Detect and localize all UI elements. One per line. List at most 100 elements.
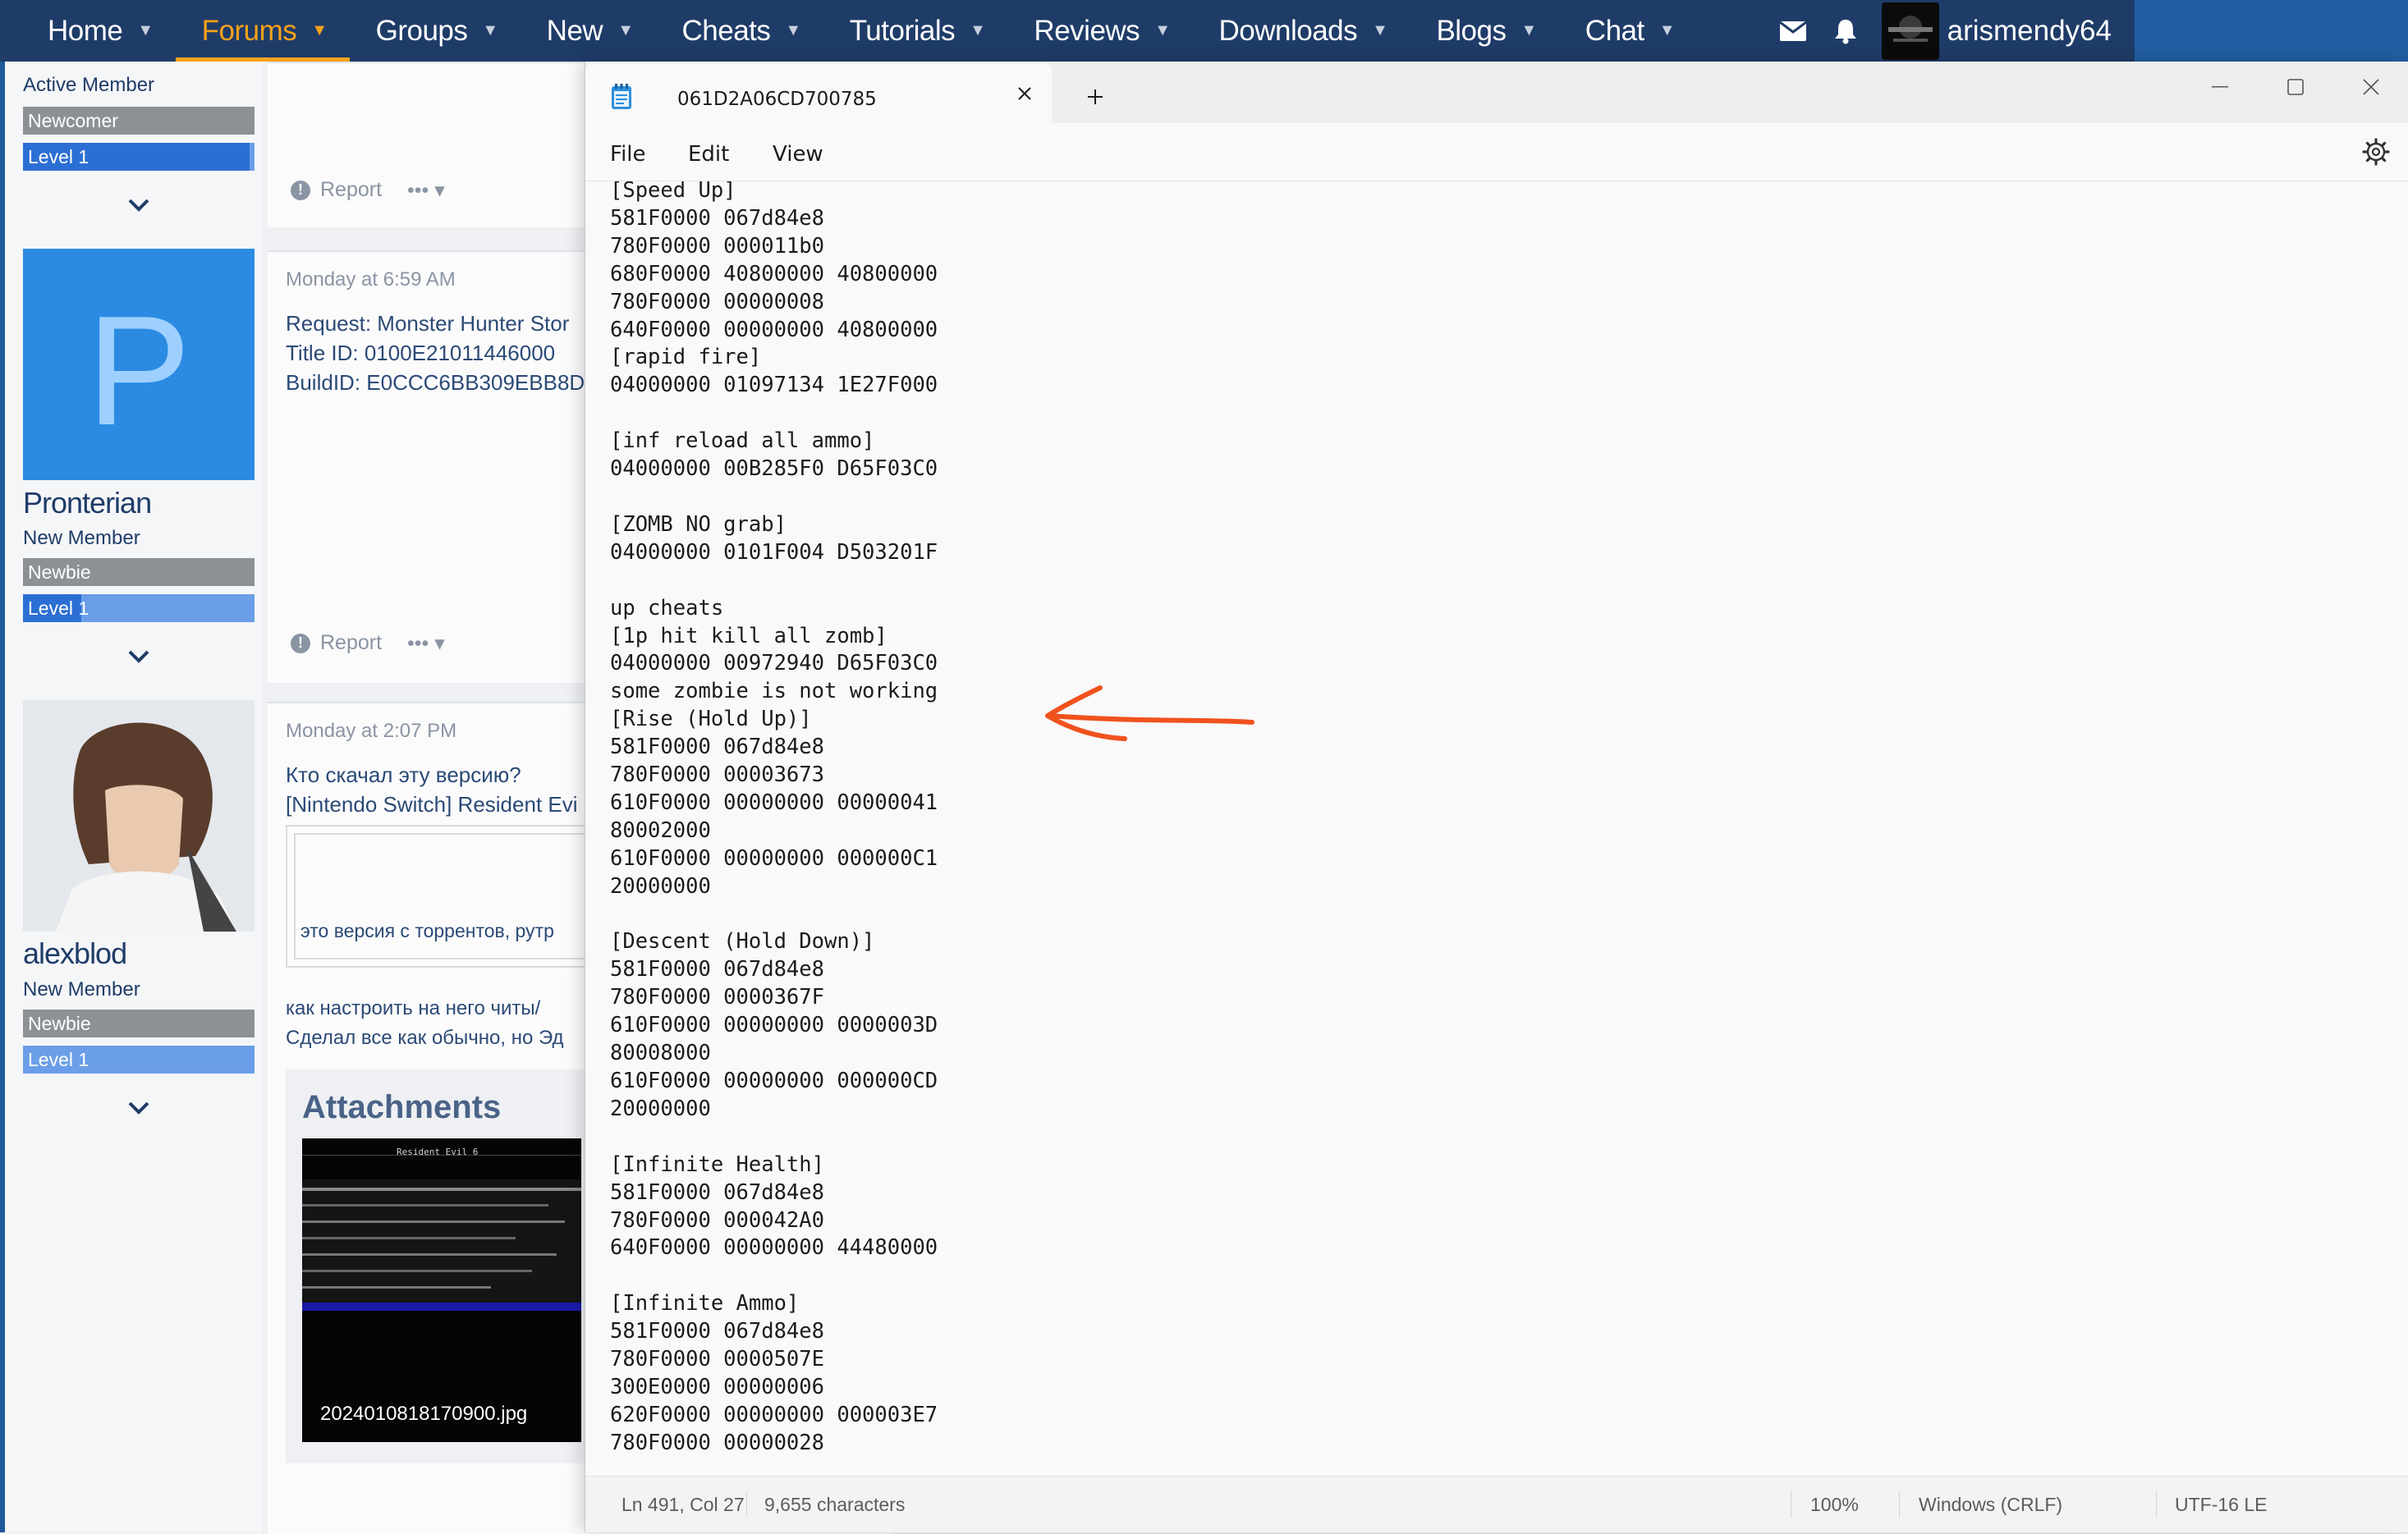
minimize-button[interactable] xyxy=(2182,62,2258,112)
chevron-down-icon: ▼ xyxy=(617,21,634,39)
status-separator xyxy=(2156,1491,2157,1518)
user-avatar-image[interactable] xyxy=(23,700,255,932)
nav-label: Blogs xyxy=(1436,14,1507,47)
nav-label: Cheats xyxy=(681,14,771,47)
chevron-down-icon[interactable] xyxy=(126,1096,151,1120)
menu-view[interactable]: View xyxy=(773,142,823,167)
user-badge: Newbie xyxy=(23,558,255,586)
post-date[interactable]: Monday at 6:59 AM xyxy=(286,268,456,291)
notepad-icon xyxy=(612,84,631,109)
gear-icon[interactable] xyxy=(2361,137,2391,167)
post-text: BuildID: E0CCC6BB309EBB8D xyxy=(286,370,585,395)
post-text: Сделал все как обычно, но Эд xyxy=(286,1027,564,1049)
status-bar: Ln 491, Col 27 9,655 characters 100% Win… xyxy=(585,1476,2408,1532)
post-text: Request: Monster Hunter Stor xyxy=(286,311,570,336)
chevron-down-icon[interactable] xyxy=(126,193,151,218)
post-text: Кто скачал эту версию? xyxy=(286,762,521,787)
alert-icon: ! xyxy=(291,633,310,653)
user-level-bar: Level 1 xyxy=(23,143,255,171)
chevron-down-icon: ▼ xyxy=(785,21,801,39)
nav-downloads[interactable]: Downloads ▼ xyxy=(1192,0,1410,62)
nav-user-area: arismendy64 xyxy=(1757,0,2135,62)
chevron-down-icon: ▼ xyxy=(970,21,986,39)
close-window-button[interactable] xyxy=(2333,62,2408,112)
forum-user-sidebar: Active Member Newcomer Level 1 P Pronter… xyxy=(5,62,263,1532)
annotation-arrow-icon xyxy=(1045,685,1254,741)
text-editor[interactable]: [Speed Up] 581F0000 067d84e8 780F0000 00… xyxy=(585,181,2408,1477)
nav-label: Tutorials xyxy=(849,14,956,47)
more-options-button[interactable]: ••• ▾ xyxy=(407,631,445,656)
line-ending[interactable]: Windows (CRLF) xyxy=(1919,1477,2062,1532)
background-window-edge xyxy=(2135,0,2408,62)
notepad-menubar xyxy=(585,123,2408,181)
tab-title: 061D2A06CD700785 xyxy=(677,89,877,110)
nav-chat[interactable]: Chat ▼ xyxy=(1559,0,1697,62)
nav-cheats[interactable]: Cheats ▼ xyxy=(656,0,823,62)
user-level-bar: Level 1 xyxy=(23,594,255,622)
post-date[interactable]: Monday at 2:07 PM xyxy=(286,720,456,743)
nav-forums[interactable]: Forums ▼ xyxy=(175,0,350,62)
report-label: Report xyxy=(320,178,383,201)
username[interactable]: alexblod xyxy=(23,936,127,971)
level-label: Level 1 xyxy=(28,146,89,167)
cursor-position: Ln 491, Col 27 xyxy=(621,1493,745,1515)
forum-navbar: Home ▼ Forums ▼ Groups ▼ New ▼ Cheats ▼ Tutor… xyxy=(0,0,2135,62)
user-badge: Newbie xyxy=(23,1010,255,1037)
more-options-button[interactable]: ••• ▾ xyxy=(407,178,445,203)
alert-icon: ! xyxy=(291,180,310,200)
character-count: 9,655 characters xyxy=(764,1493,906,1515)
editor-content[interactable]: [Speed Up] 581F0000 067d84e8 780F0000 00… xyxy=(610,181,938,1458)
close-tab-icon[interactable] xyxy=(1011,80,1039,108)
status-separator xyxy=(1899,1491,1900,1518)
envelope-icon[interactable] xyxy=(1777,15,1809,48)
nav-label: Groups xyxy=(375,14,468,47)
user-role: New Member xyxy=(23,527,140,549)
level-label: Level 1 xyxy=(28,598,89,619)
post-link[interactable]: [Nintendo Switch] Resident Evi xyxy=(286,792,578,817)
nav-blogs[interactable]: Blogs ▼ xyxy=(1410,0,1558,62)
nav-groups[interactable]: Groups ▼ xyxy=(350,0,521,62)
encoding[interactable]: UTF-16 LE xyxy=(2175,1477,2267,1532)
user-avatar[interactable] xyxy=(1881,2,1939,60)
menu-file[interactable]: File xyxy=(610,142,646,167)
nav-label: Home xyxy=(48,14,123,47)
zoom-level[interactable]: 100% xyxy=(1810,1477,1859,1532)
attachment-thumbnail[interactable]: Resident Evil 6 2024010818170900.jpg xyxy=(302,1138,581,1442)
user-badge: Newcomer xyxy=(23,107,255,135)
report-button[interactable]: ! Report xyxy=(291,631,382,655)
nav-new[interactable]: New ▼ xyxy=(521,0,656,62)
report-button[interactable]: ! Report xyxy=(291,178,382,202)
username[interactable]: Pronterian xyxy=(23,486,152,520)
chevron-down-icon: ▼ xyxy=(482,21,498,39)
attachment-filename[interactable]: 2024010818170900.jpg xyxy=(320,1403,527,1426)
nav-label: Forums xyxy=(201,14,297,47)
maximize-button[interactable] xyxy=(2258,62,2333,112)
report-label: Report xyxy=(320,631,383,654)
chevron-down-icon: ▼ xyxy=(1658,21,1676,39)
chevron-down-icon: ▼ xyxy=(1520,21,1538,39)
user-avatar-letter[interactable]: P xyxy=(23,249,255,480)
menu-edit[interactable]: Edit xyxy=(688,142,729,167)
svg-text:Resident Evil 6: Resident Evil 6 xyxy=(397,1147,478,1157)
tab-file[interactable]: 061D2A06CD700785 xyxy=(585,62,1052,123)
avatar-letter: P xyxy=(86,284,191,458)
chevron-down-icon: ▼ xyxy=(1372,21,1388,39)
post-text: как настроить на него читы/ xyxy=(286,997,541,1019)
user-role: Active Member xyxy=(23,74,155,96)
attachments-title: Attachments xyxy=(302,1089,502,1125)
nav-username[interactable]: arismendy64 xyxy=(1947,15,2112,48)
nav-tutorials[interactable]: Tutorials ▼ xyxy=(823,0,1008,62)
post-text: Title ID: 0100E21011446000 xyxy=(286,341,556,365)
user-role: New Member xyxy=(23,978,140,1001)
quote-text: это версия с торрентов, рутр xyxy=(300,920,554,941)
nav-label: New xyxy=(546,14,603,47)
nav-label: Reviews xyxy=(1034,14,1140,47)
level-label: Level 1 xyxy=(28,1049,89,1070)
nav-reviews[interactable]: Reviews ▼ xyxy=(1007,0,1192,62)
chevron-down-icon[interactable] xyxy=(126,644,151,669)
chevron-down-icon: ▼ xyxy=(311,21,328,39)
notepad-titlebar: 061D2A06CD700785 xyxy=(585,62,2408,123)
new-tab-button[interactable] xyxy=(1078,80,1112,114)
bell-icon[interactable] xyxy=(1829,15,1862,48)
nav-home[interactable]: Home ▼ xyxy=(0,0,176,62)
